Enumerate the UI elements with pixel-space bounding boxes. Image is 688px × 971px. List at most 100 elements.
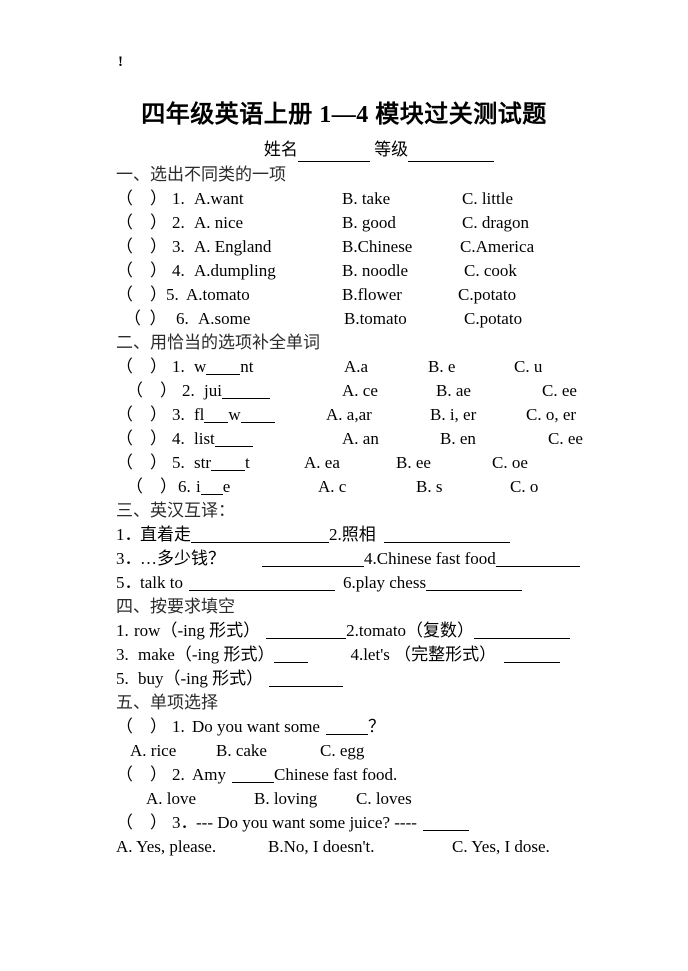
section-5-question-2: （ ） 2. Amy Chinese fast food.: [116, 763, 676, 787]
option-c[interactable]: C. dragon: [462, 211, 529, 235]
fill-blank[interactable]: [422, 816, 469, 831]
option-a[interactable]: A.a: [344, 355, 428, 379]
fill-blank[interactable]: [214, 432, 253, 447]
answer-parenthesis[interactable]: （ ）: [116, 235, 172, 259]
fill-blank[interactable]: [232, 768, 274, 783]
option-b[interactable]: B. e: [428, 355, 514, 379]
option-c[interactable]: C. little: [462, 187, 513, 211]
option-a[interactable]: A. rice: [130, 739, 216, 763]
answer-parenthesis[interactable]: （ ）: [116, 811, 172, 835]
option-a[interactable]: A. nice: [194, 211, 342, 235]
option-c[interactable]: C. o, er: [526, 403, 576, 427]
option-b[interactable]: B. ae: [436, 379, 542, 403]
answer-parenthesis[interactable]: （ ）: [116, 259, 172, 283]
option-c[interactable]: C. Yes, I dose.: [452, 835, 550, 859]
answer-blank[interactable]: [495, 552, 580, 567]
option-c[interactable]: C.America: [460, 235, 534, 259]
option-b[interactable]: B. ee: [396, 451, 492, 475]
option-a[interactable]: A. a,ar: [326, 403, 430, 427]
fill-blank[interactable]: [221, 384, 270, 399]
answer-parenthesis[interactable]: （ ）: [124, 307, 176, 331]
option-b[interactable]: B. good: [342, 211, 462, 235]
answer-parenthesis[interactable]: （ ）: [116, 187, 172, 211]
answer-blank[interactable]: [269, 672, 344, 687]
option-b[interactable]: B. en: [440, 427, 548, 451]
item-number: 3.: [116, 645, 129, 664]
answer-blank[interactable]: [191, 528, 329, 543]
option-c[interactable]: C. cook: [464, 259, 517, 283]
option-a[interactable]: A. love: [146, 787, 254, 811]
name-blank[interactable]: [297, 144, 370, 162]
grade-label: 等级: [374, 140, 409, 159]
worksheet-body: 一、选出不同类的一项 （ ） 1. A.want B. take C. little （…: [116, 163, 676, 859]
fill-blank[interactable]: [211, 456, 245, 471]
option-b[interactable]: B. i, er: [430, 403, 526, 427]
option-b[interactable]: B. noodle: [342, 259, 464, 283]
question-stem: --- Do you want some juice? ----: [196, 813, 417, 832]
option-b[interactable]: B. loving: [254, 787, 356, 811]
answer-parenthesis[interactable]: （ ）: [116, 427, 172, 451]
answer-parenthesis[interactable]: （ ）: [116, 355, 172, 379]
question-stem: Amy: [192, 765, 226, 784]
option-c[interactable]: C. egg: [320, 739, 364, 763]
option-a[interactable]: A. England: [194, 235, 342, 259]
option-b[interactable]: B.tomato: [344, 307, 464, 331]
section-1-heading: 一、选出不同类的一项: [116, 165, 286, 184]
answer-blank[interactable]: [274, 648, 309, 663]
option-a[interactable]: A.tomato: [186, 283, 342, 307]
answer-blank[interactable]: [266, 624, 347, 639]
answer-parenthesis[interactable]: （ ）: [116, 715, 172, 739]
answer-parenthesis[interactable]: （ ）: [116, 283, 167, 307]
option-b[interactable]: B. cake: [216, 739, 320, 763]
fill-blank[interactable]: [240, 408, 275, 423]
word-stem: fl w: [194, 403, 326, 427]
item-number: 4.: [172, 261, 185, 280]
option-c[interactable]: C. loves: [356, 787, 412, 811]
option-a[interactable]: A. an: [342, 427, 440, 451]
option-b[interactable]: B.Chinese: [342, 235, 460, 259]
item-number: 3．: [172, 813, 198, 832]
item-number: 6.: [178, 477, 191, 496]
translate-prompt: Chinese fast food: [376, 549, 496, 568]
answer-parenthesis[interactable]: （ ）: [116, 211, 172, 235]
option-c[interactable]: C. ee: [542, 379, 577, 403]
answer-blank[interactable]: [262, 552, 364, 567]
answer-parenthesis[interactable]: （ ）: [116, 763, 172, 787]
answer-blank[interactable]: [504, 648, 561, 663]
answer-parenthesis[interactable]: （ ）: [116, 403, 172, 427]
option-a[interactable]: A. Yes, please.: [116, 835, 268, 859]
option-c[interactable]: C. u: [514, 355, 542, 379]
answer-parenthesis[interactable]: （ ）: [126, 475, 178, 499]
answer-blank[interactable]: [426, 576, 523, 591]
answer-blank[interactable]: [474, 624, 571, 639]
answer-blank[interactable]: [383, 528, 510, 543]
item-number: 3.: [172, 237, 185, 256]
fill-blank[interactable]: [206, 360, 241, 375]
option-a[interactable]: A. c: [318, 475, 416, 499]
fill-blank[interactable]: [325, 720, 368, 735]
option-b[interactable]: B. s: [416, 475, 510, 499]
fill-blank[interactable]: [200, 480, 223, 495]
option-c[interactable]: C.potato: [458, 283, 516, 307]
option-b[interactable]: B.No, I doesn't.: [268, 835, 452, 859]
option-a[interactable]: A.want: [194, 187, 342, 211]
stem-prefix: w: [194, 357, 207, 376]
option-c[interactable]: C. ee: [548, 427, 583, 451]
grade-blank[interactable]: [408, 144, 495, 162]
answer-parenthesis[interactable]: （ ）: [116, 451, 172, 475]
answer-parenthesis[interactable]: （ ）: [126, 379, 182, 403]
fill-blank[interactable]: [204, 408, 229, 423]
item-number: 3.: [172, 405, 185, 424]
option-a[interactable]: A.some: [198, 307, 344, 331]
option-c[interactable]: C.potato: [464, 307, 522, 331]
worksheet-page: ! 四年级英语上册 1—4 模块过关测试题 姓名 等级 一、选出不同类的一项 （…: [0, 0, 688, 971]
option-c[interactable]: C. oe: [492, 451, 528, 475]
option-a[interactable]: A.dumpling: [194, 259, 342, 283]
answer-blank[interactable]: [188, 576, 335, 591]
option-b[interactable]: B.flower: [342, 283, 458, 307]
option-c[interactable]: C. o: [510, 475, 538, 499]
option-b[interactable]: B. take: [342, 187, 462, 211]
option-a[interactable]: A. ce: [342, 379, 436, 403]
item-number: 3．: [116, 549, 142, 568]
option-a[interactable]: A. ea: [304, 451, 396, 475]
